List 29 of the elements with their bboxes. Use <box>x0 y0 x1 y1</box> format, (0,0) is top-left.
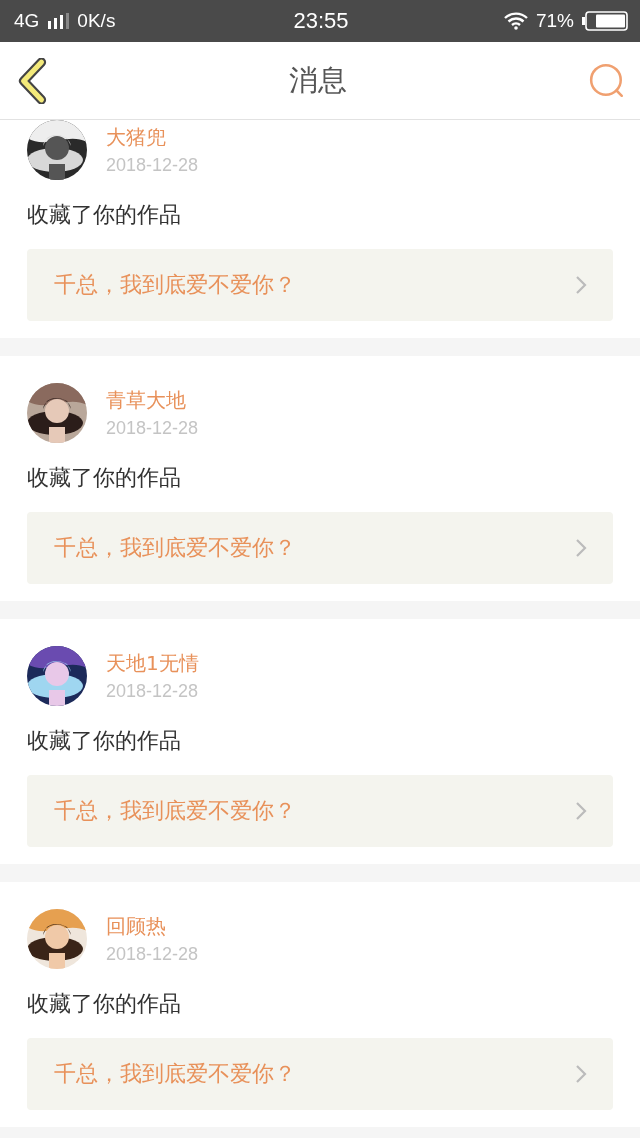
message-date: 2018-12-28 <box>106 681 199 702</box>
clock: 23:55 <box>293 8 349 34</box>
user-name[interactable]: 回顾热 <box>106 913 199 940</box>
network-speed: 0K/s <box>77 10 116 32</box>
work-link[interactable]: 千总，我到底爱不爱你？ <box>27 775 613 847</box>
work-link[interactable]: 千总，我到底爱不爱你？ <box>27 512 613 584</box>
message-text: 收藏了你的作品 <box>27 464 182 492</box>
chevron-icon <box>575 1064 587 1084</box>
message-date: 2018-12-28 <box>106 944 199 965</box>
work-link[interactable]: 千总，我到底爱不爱你？ <box>27 1038 613 1110</box>
signal-icon <box>47 13 70 29</box>
message-text: 收藏了你的作品 <box>27 727 182 755</box>
wifi-icon <box>503 12 528 30</box>
user-name[interactable]: 大猪兜 <box>106 124 199 151</box>
chevron-icon <box>575 538 587 558</box>
battery-icon <box>582 11 628 31</box>
battery-percent: 71% <box>535 10 574 32</box>
chevron-icon <box>575 801 587 821</box>
message-text: 收藏了你的作品 <box>27 201 182 229</box>
chevron-icon <box>575 275 587 295</box>
user-name[interactable]: 青草大地 <box>106 387 199 414</box>
work-link[interactable]: 千总，我到底爱不爱你？ <box>27 249 613 321</box>
back-button[interactable] <box>16 57 48 104</box>
user-name[interactable]: 天地1无情 <box>106 650 199 677</box>
message-text: 收藏了你的作品 <box>27 990 182 1018</box>
network-type: 4G <box>14 10 40 32</box>
page-title: 消息 <box>289 61 347 99</box>
message-date: 2018-12-28 <box>106 155 199 176</box>
message-date: 2018-12-28 <box>106 418 199 439</box>
